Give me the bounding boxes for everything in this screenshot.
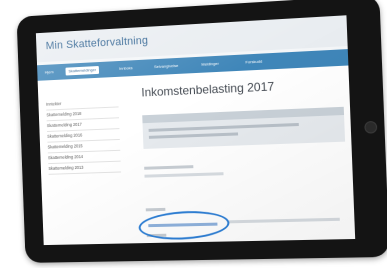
tablet-device: Min Skatteforvaltning Hjem Skattemelding… <box>16 0 387 263</box>
home-button[interactable] <box>364 120 378 134</box>
summary-table <box>142 106 346 149</box>
nav-tab[interactable]: Forskudd <box>245 58 262 67</box>
section-text <box>227 217 340 224</box>
sidebar: Inntekter Skattemelding 2018 Skattemeldi… <box>45 96 122 175</box>
nav-tab-home[interactable]: Hjem <box>45 68 54 76</box>
sidebar-item[interactable]: Skattemelding 2013 <box>48 161 122 175</box>
nav-tab[interactable]: Meldinger <box>201 60 219 69</box>
highlight-circle <box>137 208 231 242</box>
tablet-screen: Min Skatteforvaltning Hjem Skattemelding… <box>35 15 356 246</box>
section-text <box>144 172 224 178</box>
nav-tab-active[interactable]: Skattemeldinger <box>65 65 99 76</box>
section-heading <box>144 165 194 170</box>
table-row <box>148 122 299 132</box>
page-title: Inkomstenbelasting 2017 <box>141 79 275 100</box>
photo-scene: Min Skatteforvaltning Hjem Skattemelding… <box>0 0 387 268</box>
section-heading <box>145 207 166 212</box>
nav-tab[interactable]: Selvangivelse <box>154 62 179 71</box>
main-content: Inntekter Skattemelding 2018 Skattemeldi… <box>37 65 356 246</box>
nav-tab[interactable]: Innboks <box>119 64 133 73</box>
site-title: Min Skatteforvaltning <box>45 34 149 53</box>
table-header <box>142 106 345 124</box>
table-row <box>148 132 239 139</box>
